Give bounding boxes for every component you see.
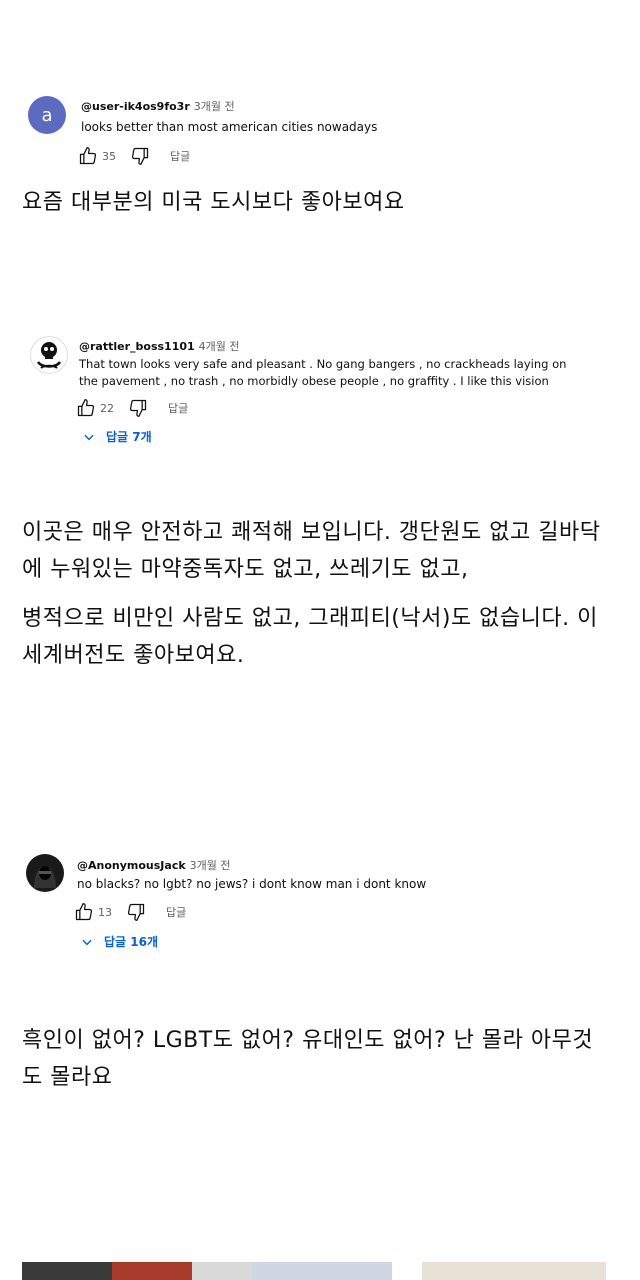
comment-time: 3개월 전 [189, 859, 231, 872]
comment-meta: @AnonymousJack 3개월 전 [77, 857, 231, 873]
street-photo [22, 1262, 606, 1280]
thumbs-down-icon[interactable] [126, 902, 146, 922]
translation-text: 요즘 대부분의 미국 도시보다 좋아보여요 [22, 190, 405, 215]
translation-text: 흑인이 없어? LGBT도 없어? 유대인도 없어? 난 몰라 아무것도 몰라요 [22, 1028, 594, 1090]
comment-author[interactable]: @rattler_boss1101 [79, 340, 195, 353]
translation-3: 흑인이 없어? LGBT도 없어? 유대인도 없어? 난 몰라 아무것도 몰라요 [22, 1022, 612, 1096]
chevron-down-icon [84, 434, 94, 440]
avatar-letter: a [41, 104, 53, 126]
translation-2: 이곳은 매우 안전하고 쾌적해 보입니다. 갱단원도 없고 길바닥에 누워있는 … [22, 514, 612, 674]
thumbs-up-icon[interactable] [78, 146, 98, 166]
comment-meta: @user-ik4os9fo3r 3개월 전 [81, 98, 235, 114]
hooded-figure-icon [34, 866, 56, 888]
like-count: 35 [102, 149, 116, 163]
comment-actions: 22 답글 [76, 398, 188, 418]
comment-text: That town looks very safe and pleasant .… [79, 357, 567, 388]
translation-text: 이곳은 매우 안전하고 쾌적해 보입니다. 갱단원도 없고 길바닥에 누워있는 … [22, 520, 601, 582]
like-count: 13 [98, 905, 112, 919]
comment-author[interactable]: @user-ik4os9fo3r [81, 100, 190, 113]
comment-time: 3개월 전 [193, 100, 235, 113]
replies-label: 답글 7개 [106, 430, 152, 444]
reply-button[interactable]: 답글 [166, 904, 186, 920]
view-replies-button[interactable]: 답글 16개 [80, 933, 158, 950]
replies-label: 답글 16개 [104, 935, 158, 949]
comment-meta: @rattler_boss1101 4개월 전 [79, 338, 240, 354]
reply-button[interactable]: 답글 [170, 148, 190, 164]
reply-button[interactable]: 답글 [168, 400, 188, 416]
thumbs-down-icon[interactable] [130, 146, 150, 166]
translation-1: 요즘 대부분의 미국 도시보다 좋아보여요 [22, 184, 612, 221]
comment-text: looks better than most american cities n… [81, 120, 378, 134]
thumbs-up-icon[interactable] [76, 398, 96, 418]
comment-actions: 13 답글 [74, 902, 186, 922]
comment-author[interactable]: @AnonymousJack [77, 859, 186, 872]
translation-text: 병적으로 비만인 사람도 없고, 그래피티(낙서)도 없습니다. 이 세계버전도… [22, 606, 598, 668]
chevron-down-icon [82, 939, 92, 945]
avatar[interactable] [30, 336, 68, 374]
thumbs-down-icon[interactable] [128, 398, 148, 418]
comment-actions: 35 답글 [78, 146, 190, 166]
avatar[interactable]: a [28, 96, 66, 134]
like-count: 22 [100, 401, 114, 415]
view-replies-button[interactable]: 답글 7개 [82, 428, 152, 445]
comment-time: 4개월 전 [198, 340, 240, 353]
skull-icon [36, 342, 62, 369]
comment-text: no blacks? no lgbt? no jews? i dont know… [77, 877, 427, 891]
thumbs-up-icon[interactable] [74, 902, 94, 922]
avatar[interactable] [26, 854, 64, 892]
